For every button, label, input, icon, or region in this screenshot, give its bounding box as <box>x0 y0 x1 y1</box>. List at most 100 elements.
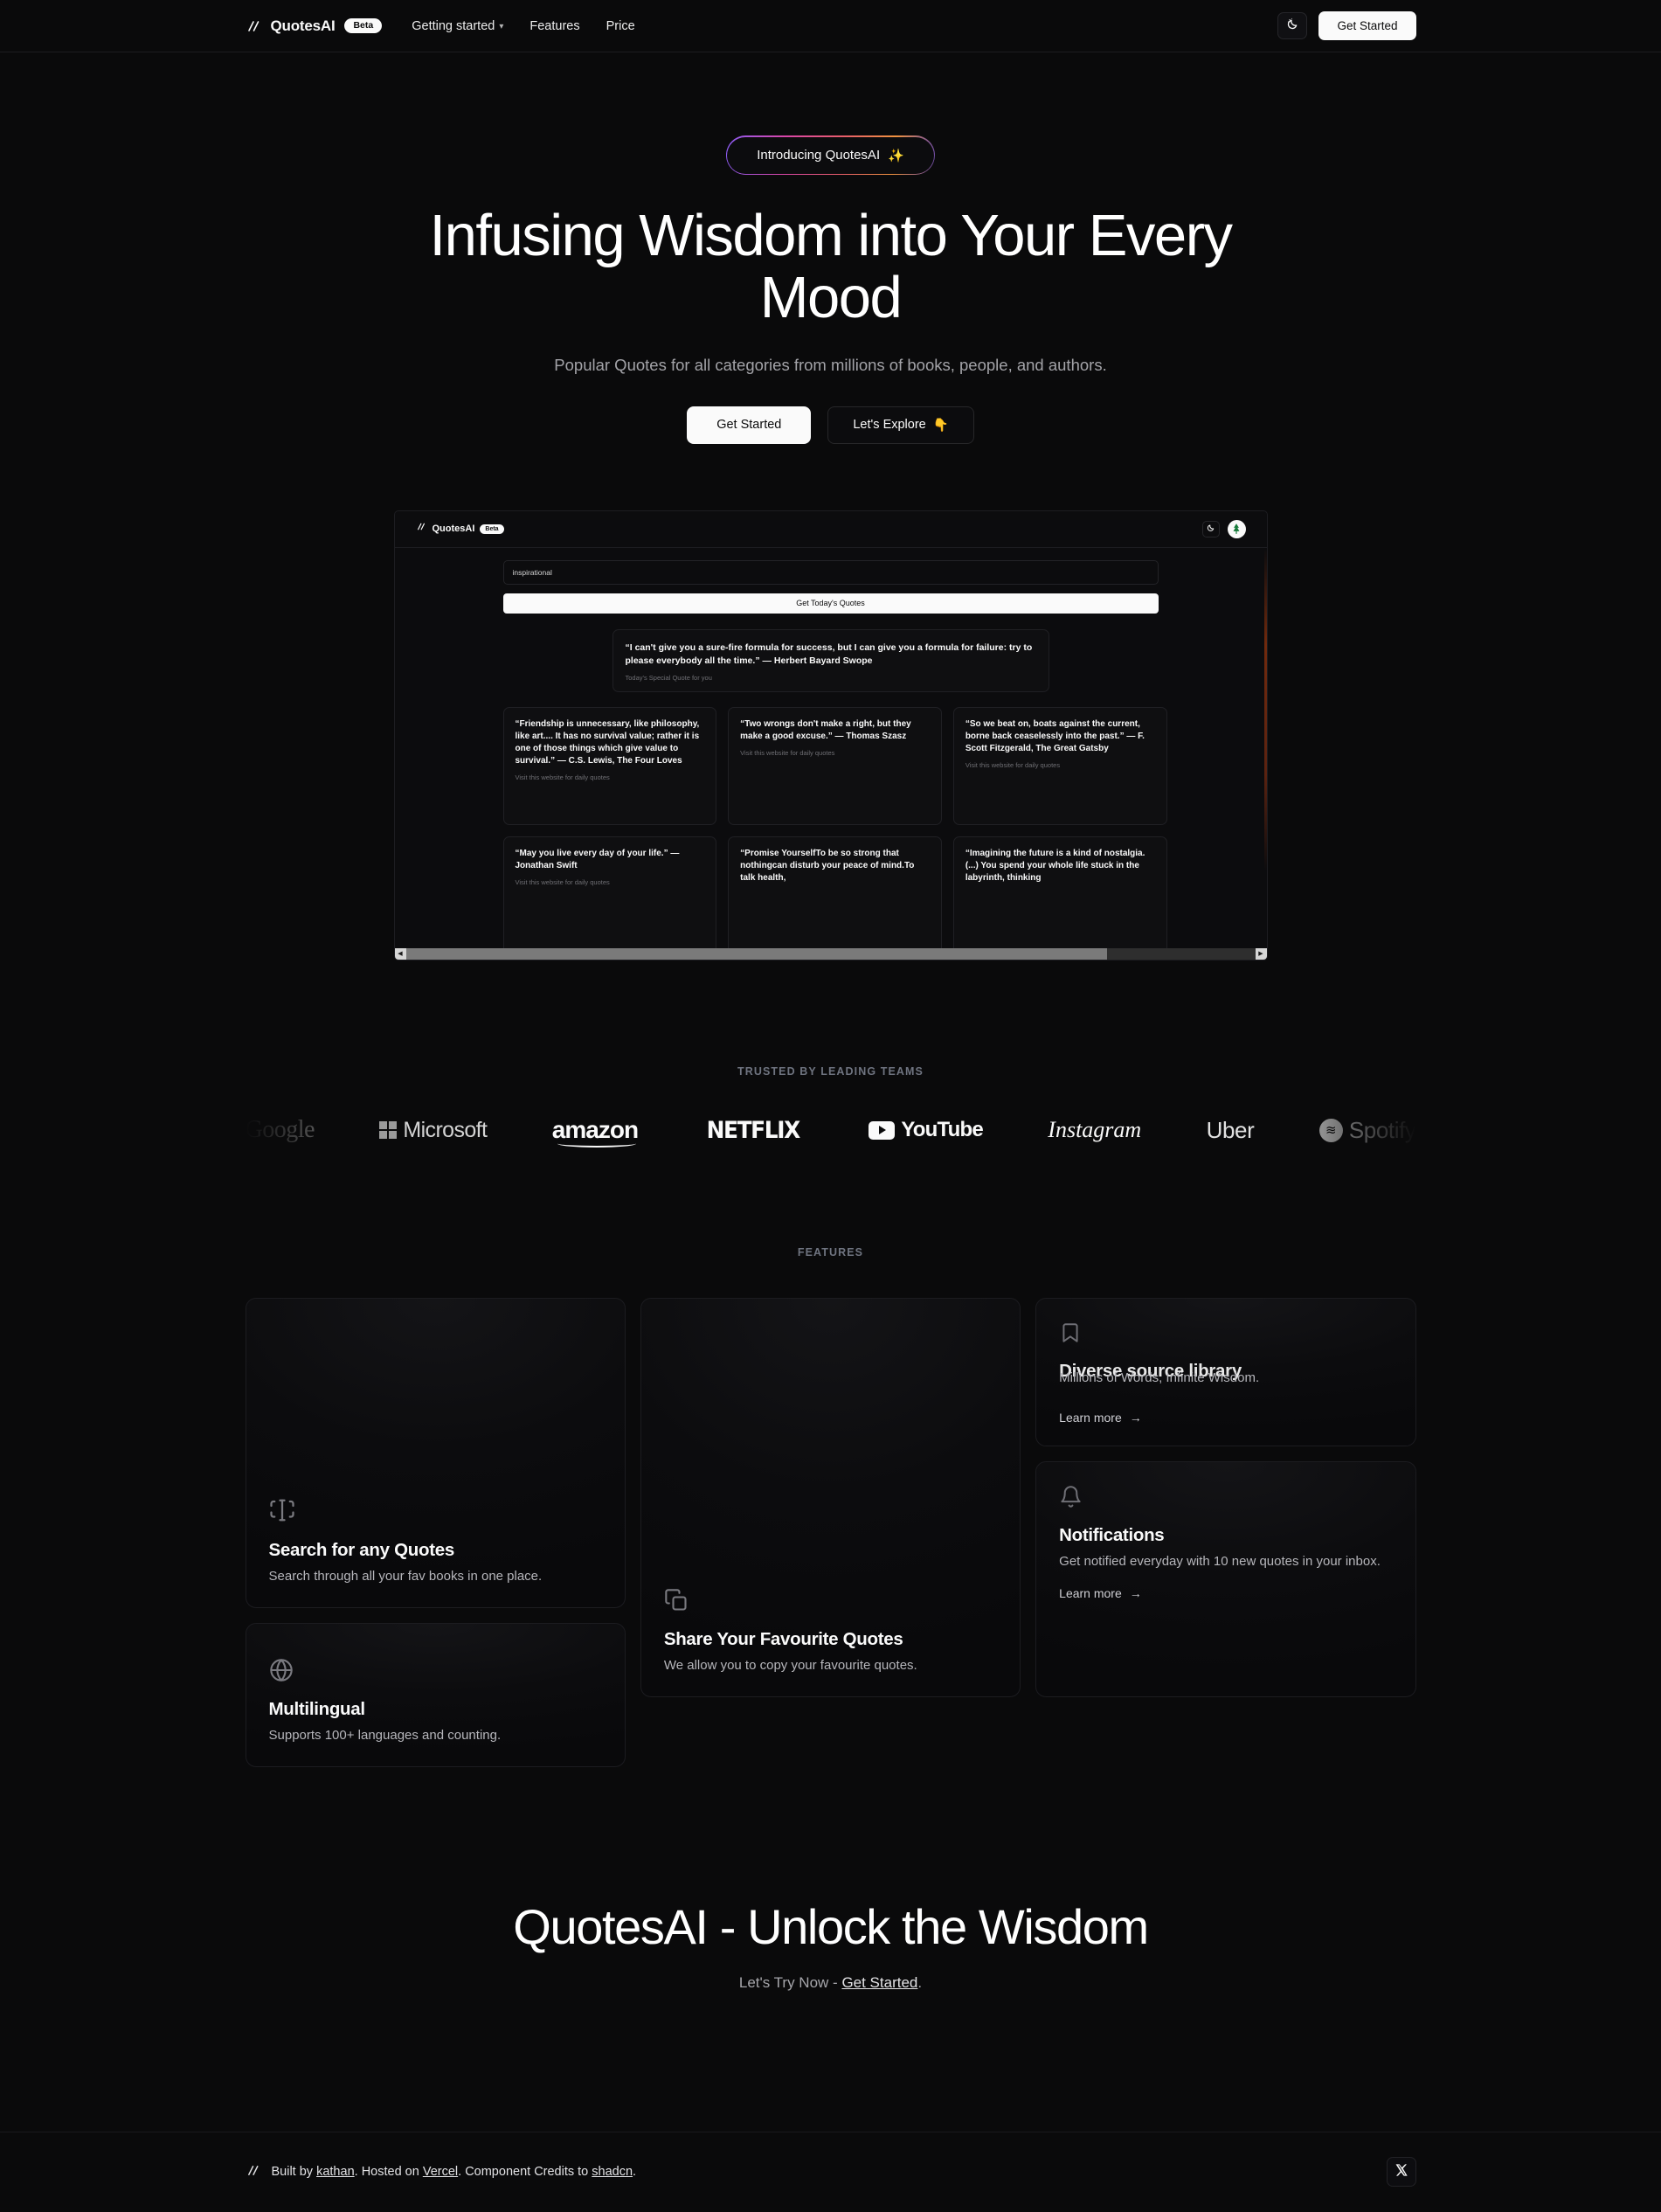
feature-card-notifications-desc: Get notified everyday with 10 new quotes… <box>1059 1553 1381 1569</box>
hero-section: Introducing QuotesAI ✨ Infusing Wisdom i… <box>0 52 1661 444</box>
feature-card-search[interactable]: Search for any Quotes Search through all… <box>245 1297 626 1608</box>
preview-special-quote-text: “I can't give you a sure-fire formula fo… <box>625 641 1033 666</box>
hero-explore-button[interactable]: Let's Explore 👇 <box>827 406 974 444</box>
footer-link-shadcn[interactable]: shadcn <box>592 2165 633 2179</box>
moon-stars-icon <box>1285 17 1299 35</box>
logo-amazon: amazon <box>552 1116 639 1148</box>
preview-slashes-logo-icon <box>416 521 427 537</box>
feature-card-notifications-learn-more-link[interactable]: Learn more → <box>1059 1586 1392 1600</box>
preview-special-quote-meta: Today's Special Quote for you <box>625 673 712 682</box>
footer-link-vercel[interactable]: Vercel <box>423 2165 458 2179</box>
feature-card-library-learn-more-link[interactable]: Learn more → <box>1059 1411 1392 1425</box>
app-preview-screenshot: QuotesAI Beta inspirational Get Today's … <box>393 510 1268 960</box>
preview-edge-glow <box>1263 547 1267 871</box>
preview-quote-grid: “Friendship is unnecessary, like philoso… <box>502 706 1167 954</box>
scroll-left-arrow-icon[interactable]: ◀ <box>394 947 406 960</box>
sparkles-icon: ✨ <box>888 148 904 163</box>
footer-slashes-logo-icon <box>246 2162 262 2182</box>
features-column-left: Search for any Quotes Search through all… <box>245 1297 626 1767</box>
feature-card-library[interactable]: Diverse source library Millions of Words… <box>1035 1297 1416 1446</box>
microsoft-squares-icon <box>379 1121 398 1140</box>
preview-quote-card[interactable]: “Imagining the future is a kind of nosta… <box>952 836 1167 954</box>
navbar-right: Get Started <box>1277 11 1416 40</box>
slashes-logo-icon <box>246 17 263 35</box>
preview-horizontal-scrollbar[interactable]: ◀ ▶ <box>394 947 1267 960</box>
preview-theme-toggle-button[interactable] <box>1201 520 1220 537</box>
preview-quote-text: “Promise YourselfTo be so strong that no… <box>740 848 915 884</box>
nav-item-features[interactable]: Features <box>529 19 579 33</box>
arrow-right-icon: → <box>1129 1410 1142 1425</box>
amazon-smile-icon <box>557 1140 637 1148</box>
nav-get-started-button[interactable]: Get Started <box>1318 11 1416 40</box>
intro-badge-button[interactable]: Introducing QuotesAI ✨ <box>727 136 934 174</box>
preview-quote-text: “Imagining the future is a kind of nosta… <box>965 848 1145 884</box>
preview-quote-card[interactable]: “Promise YourselfTo be so strong that no… <box>728 836 942 954</box>
footer-link-kathan[interactable]: kathan <box>316 2165 355 2179</box>
learn-more-label: Learn more <box>1059 1410 1122 1425</box>
logo-netflix-label: NETFLIX <box>707 1116 801 1144</box>
feature-card-share-title: Share Your Favourite Quotes <box>663 1629 903 1650</box>
logo-uber: Uber <box>1207 1117 1255 1144</box>
preview-brand-name: QuotesAI <box>432 524 475 535</box>
logo-amazon-label: amazon <box>552 1116 639 1148</box>
preview-avatar[interactable] <box>1227 519 1246 538</box>
preview-quote-card[interactable]: “May you live every day of your life.” —… <box>502 836 717 954</box>
footer-credits-text: Built by kathan. Hosted on Vercel. Compo… <box>272 2165 637 2179</box>
feature-card-notifications[interactable]: Notifications Get notified everyday with… <box>1035 1460 1416 1697</box>
footer-text-4: . <box>633 2165 637 2180</box>
preview-beta-badge: Beta <box>480 524 504 534</box>
preview-quote-meta: Visit this website for daily quotes <box>515 773 610 782</box>
learn-more-label: Learn more <box>1059 1585 1122 1600</box>
navbar-inner: QuotesAI Beta Getting started ▾ Features… <box>246 0 1416 52</box>
feature-card-search-desc: Search through all your fav books in one… <box>268 1569 543 1584</box>
logo-google: Google <box>246 1116 315 1144</box>
preview-search-input[interactable]: inspirational <box>502 559 1159 585</box>
preview-navbar-right <box>1201 519 1246 538</box>
logo-instagram-label: Instagram <box>1048 1117 1142 1143</box>
preview-quote-text: “So we beat on, boats against the curren… <box>965 718 1145 754</box>
preview-get-quotes-button[interactable]: Get Today's Quotes <box>502 593 1159 614</box>
feature-card-share[interactable]: Share Your Favourite Quotes We allow you… <box>640 1297 1021 1697</box>
preview-special-quote-card: “I can't give you a sure-fire formula fo… <box>612 628 1049 692</box>
nav-item-price[interactable]: Price <box>606 19 635 33</box>
logo-microsoft-label: Microsoft <box>403 1117 488 1142</box>
intro-badge-label: Introducing QuotesAI <box>757 148 881 163</box>
preview-quote-card[interactable]: “Two wrongs don't make a right, but they… <box>728 706 942 825</box>
hero-subtitle: Popular Quotes for all categories from m… <box>554 356 1107 375</box>
chevron-down-icon: ▾ <box>499 22 504 31</box>
logo-youtube-label: YouTube <box>901 1118 983 1142</box>
theme-toggle-button[interactable] <box>1277 12 1308 39</box>
globe-icon <box>269 1658 602 1687</box>
preview-quote-card[interactable]: “So we beat on, boats against the curren… <box>952 706 1167 825</box>
scrollbar-thumb[interactable] <box>405 947 1107 960</box>
preview-quote-meta: Visit this website for daily quotes <box>965 761 1061 770</box>
footer-x-link[interactable] <box>1386 2157 1416 2188</box>
preview-body: inspirational Get Today's Quotes “I can'… <box>395 548 1267 954</box>
arrow-right-icon: → <box>1129 1585 1142 1600</box>
brand-logo[interactable]: QuotesAI Beta <box>246 17 383 35</box>
bookmark-icon <box>1059 1321 1392 1349</box>
preview-quote-card[interactable]: “Friendship is unnecessary, like philoso… <box>502 706 717 825</box>
preview-quote-text: “Two wrongs don't make a right, but they… <box>740 718 911 741</box>
logo-google-label: Google <box>245 1116 315 1144</box>
feature-card-library-desc: Millions of Words, Infinite Wisdom. <box>1059 1369 1260 1385</box>
logo-spotify: ≋ Spotify <box>1318 1117 1416 1144</box>
intro-badge-wrapper: Introducing QuotesAI ✨ <box>0 135 1661 176</box>
intro-badge-gradient-border: Introducing QuotesAI ✨ <box>725 135 936 176</box>
bottom-cta-get-started-link[interactable]: Get Started <box>841 1974 917 1991</box>
feature-card-multilingual-desc: Supports 100+ languages and counting. <box>268 1728 502 1744</box>
feature-card-multilingual[interactable]: Multilingual Supports 100+ languages and… <box>245 1622 626 1767</box>
nav-item-getting-started[interactable]: Getting started ▾ <box>412 19 503 33</box>
feature-card-library-text-stack: Diverse source library Millions of Words… <box>1059 1361 1392 1396</box>
footer-text-2: . Hosted on <box>354 2165 423 2180</box>
features-eyebrow: FEATURES <box>797 1245 864 1259</box>
beta-badge: Beta <box>344 17 383 34</box>
footer-credits: Built by kathan. Hosted on Vercel. Compo… <box>246 2162 637 2182</box>
footer: Built by kathan. Hosted on Vercel. Compo… <box>0 2131 1661 2212</box>
hero-get-started-button[interactable]: Get Started <box>687 406 812 444</box>
logo-instagram: Instagram <box>1048 1117 1141 1143</box>
preview-quote-text: “May you live every day of your life.” —… <box>515 848 680 870</box>
logo-microsoft: Microsoft <box>379 1117 488 1143</box>
bottom-cta-section: QuotesAI - Unlock the Wisdom Let's Try N… <box>0 1898 1661 1992</box>
scroll-right-arrow-icon[interactable]: ▶ <box>1255 947 1267 960</box>
